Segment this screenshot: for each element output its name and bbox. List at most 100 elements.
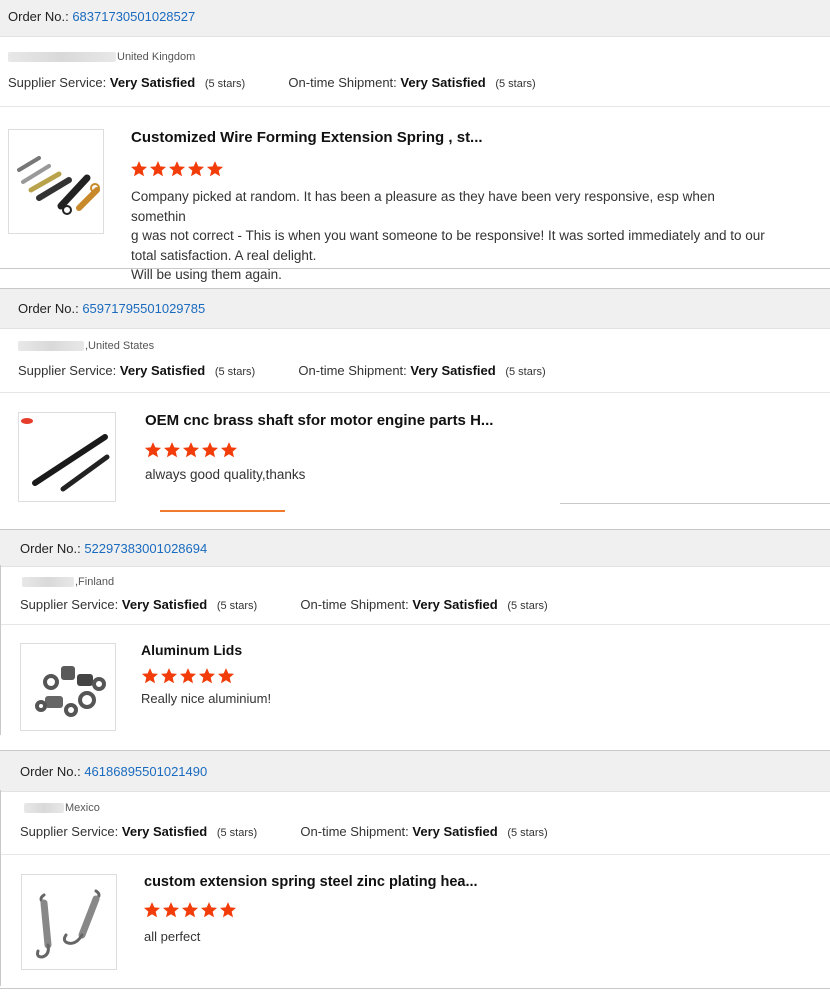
card-bottom-border [0, 988, 830, 989]
review-text: Really nice aluminium! [141, 689, 741, 709]
redacted-buyer-name [18, 341, 84, 352]
order-header: Order No.: 68371730501028527 [0, 0, 830, 37]
ontime-shipment-label: On-time Shipment: [300, 597, 409, 612]
buyer-country: ,Finland [22, 576, 114, 588]
star-icon [217, 668, 235, 684]
star-icon [206, 161, 224, 177]
star-icon [198, 668, 216, 684]
order-card: Order No.: 65971795501029785 ,United Sta… [0, 288, 830, 518]
divider [0, 854, 830, 855]
ontime-shipment-stars: (5 stars) [505, 366, 546, 378]
ontime-shipment-value: Very Satisfied [412, 824, 498, 839]
card-left-border [0, 565, 1, 735]
buyer-country: ,United States [18, 340, 154, 352]
product-title-link[interactable]: Customized Wire Forming Extension Spring… [131, 129, 483, 146]
review-text: always good quality,thanks [145, 465, 745, 485]
shafts-image[interactable] [18, 412, 116, 502]
review-line: total satisfaction. A real delight. [131, 247, 317, 263]
card-bottom-border [0, 268, 830, 269]
rating-stars [130, 160, 225, 180]
redacted-buyer-name [24, 803, 64, 814]
star-icon [220, 442, 238, 458]
supplier-service-value: Very Satisfied [121, 824, 208, 839]
card-bottom-border [560, 503, 830, 504]
supplier-service-label: Supplier Service: [20, 597, 119, 612]
rating-stars [141, 667, 236, 687]
springs-image[interactable] [8, 129, 104, 234]
ontime-shipment-label: On-time Shipment: [298, 363, 407, 378]
star-icon [143, 902, 161, 918]
order-header: Order No.: 65971795501029785 [0, 288, 830, 329]
buyer-country: United Kingdom [8, 51, 195, 63]
rating-stars [144, 441, 239, 461]
order-no-label: Order No.: [18, 301, 79, 316]
order-header: Order No.: 46186895501021490 [0, 750, 830, 792]
order-no-label: Order No.: [20, 541, 81, 556]
order-no-label: Order No.: [8, 9, 69, 24]
star-icon [179, 668, 197, 684]
divider [0, 106, 830, 107]
ontime-shipment-stars: (5 stars) [507, 600, 548, 612]
hook-springs-image[interactable] [21, 874, 117, 970]
rating-stars [143, 901, 238, 921]
star-icon [219, 902, 237, 918]
review-text: all perfect [144, 927, 744, 947]
order-header: Order No.: 52297383001028694 [0, 529, 830, 567]
order-number-link[interactable]: 68371730501028527 [72, 9, 195, 24]
ontime-shipment-value: Very Satisfied [400, 75, 486, 90]
ontime-shipment-label: On-time Shipment: [300, 824, 409, 839]
order-number-link[interactable]: 46186895501021490 [84, 764, 207, 779]
review-line: g was not correct - This is when you wan… [131, 228, 765, 243]
star-icon [163, 442, 181, 458]
redacted-buyer-name [8, 52, 116, 63]
card-left-border [0, 790, 1, 986]
review-line: Really nice aluminium! [141, 691, 272, 706]
review-line: Company picked at random. It has been a … [131, 189, 715, 224]
supplier-service-label: Supplier Service: [8, 75, 107, 90]
order-card: Order No.: 52297383001028694 ,Finland Su… [0, 529, 830, 739]
ratings-row: Supplier Service: Very Satisfied (5 star… [20, 824, 548, 839]
order-number-link[interactable]: 52297383001028694 [84, 541, 207, 556]
supplier-service-stars: (5 stars) [204, 78, 246, 90]
star-icon [149, 161, 167, 177]
review-line: always good quality,thanks [145, 467, 306, 482]
ratings-row: Supplier Service: Very Satisfied (5 star… [8, 75, 536, 90]
star-icon [200, 902, 218, 918]
ontime-shipment-value: Very Satisfied [412, 597, 498, 612]
star-icon [144, 442, 162, 458]
star-icon [187, 161, 205, 177]
order-card: Order No.: 68371730501028527 United King… [0, 0, 830, 282]
buyer-country: Mexico [24, 802, 100, 814]
supplier-service-value: Very Satisfied [121, 597, 208, 612]
star-icon [162, 902, 180, 918]
review-line: all perfect [144, 929, 201, 944]
order-number-link[interactable]: 65971795501029785 [82, 301, 205, 316]
divider [0, 392, 830, 393]
redacted-buyer-name [22, 577, 74, 588]
supplier-service-value: Very Satisfied [119, 363, 206, 378]
ontime-shipment-stars: (5 stars) [495, 78, 536, 90]
supplier-service-value: Very Satisfied [109, 75, 196, 90]
order-no-label: Order No.: [20, 764, 81, 779]
star-icon [141, 668, 159, 684]
product-title-link[interactable]: custom extension spring steel zinc plati… [144, 874, 478, 890]
active-tab-indicator [160, 510, 285, 512]
supplier-service-stars: (5 stars) [216, 827, 258, 839]
product-title-link[interactable]: OEM cnc brass shaft sfor motor engine pa… [145, 412, 493, 429]
divider [0, 624, 830, 625]
supplier-service-stars: (5 stars) [216, 600, 258, 612]
star-icon [182, 442, 200, 458]
supplier-service-label: Supplier Service: [18, 363, 117, 378]
washers-image[interactable] [20, 643, 116, 731]
order-card: Order No.: 46186895501021490 Mexico Supp… [0, 750, 830, 990]
supplier-service-stars: (5 stars) [214, 366, 256, 378]
ontime-shipment-label: On-time Shipment: [288, 75, 397, 90]
ontime-shipment-value: Very Satisfied [410, 363, 496, 378]
ontime-shipment-stars: (5 stars) [507, 827, 548, 839]
product-title-link[interactable]: Aluminum Lids [141, 642, 242, 658]
ratings-row: Supplier Service: Very Satisfied (5 star… [18, 363, 546, 378]
supplier-service-label: Supplier Service: [20, 824, 119, 839]
review-text: Company picked at random. It has been a … [131, 187, 771, 285]
star-icon [168, 161, 186, 177]
ratings-row: Supplier Service: Very Satisfied (5 star… [20, 597, 548, 612]
